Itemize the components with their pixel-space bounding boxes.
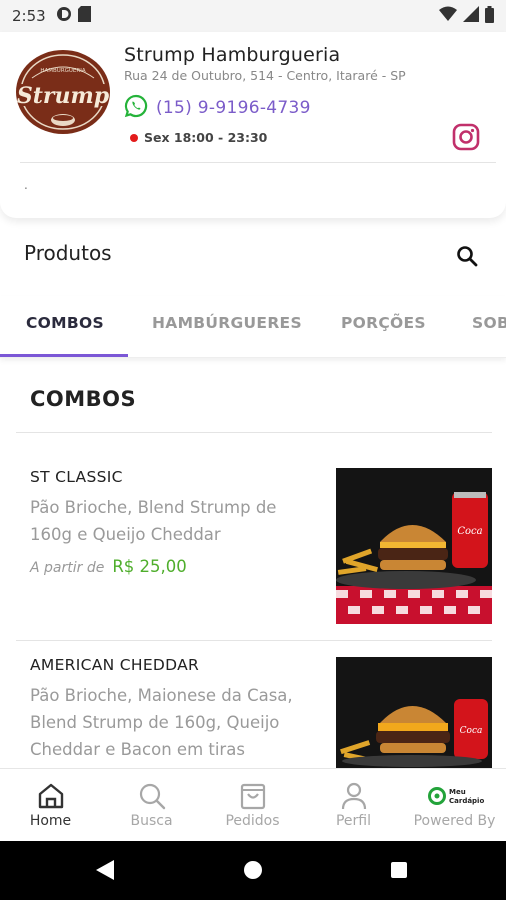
brand-text-line2: Cardápio [449,797,484,805]
signal-icon [463,6,479,26]
products-title: Produtos [24,241,112,265]
hours-text: Sex 18:00 - 23:30 [144,130,268,145]
battery-icon [485,5,494,27]
product-image: Coca [336,657,492,768]
status-time: 2:53 [12,7,46,25]
phone-number: (15) 9-9196-4739 [156,98,311,118]
whatsapp-icon [124,94,148,122]
circle-d-icon [56,6,72,26]
search-icon[interactable] [455,244,479,268]
store-header-card: Strump HAMBURGUERIA Strump Hamburgueria … [0,32,506,218]
svg-text:HAMBURGUERIA: HAMBURGUERIA [40,68,85,74]
opening-hours: Sex 18:00 - 23:30 [130,130,267,145]
product-price-row: A partir de R$ 25,00 [30,557,187,576]
nav-label: Home [29,813,72,829]
tab-hamburgueres[interactable]: HAMBÚRGUERES [152,314,302,332]
nav-label: Busca [130,813,173,829]
user-icon [339,781,369,811]
brand-text-line1: Meu [449,788,466,796]
nav-label: Perfil [335,813,372,829]
recent-apps-icon[interactable] [391,862,407,878]
product-item-american-cheddar[interactable]: AMERICAN CHEDDAR Pão Brioche, Maionese d… [0,641,506,768]
shopping-bag-icon [238,781,268,811]
svg-text:Coca: Coca [460,726,483,736]
back-icon[interactable] [96,860,114,880]
nav-powered-by[interactable]: Meu Cardápio Powered By [404,769,505,842]
active-tab-indicator [0,354,128,357]
wifi-icon [439,6,457,26]
meu-cardapio-logo: Meu Cardápio [426,785,488,815]
product-image: Coca [336,468,492,624]
product-description: Pão Brioche, Maionese da Casa, Blend Str… [30,686,293,759]
price-prefix: A partir de [30,560,105,576]
nav-label: Pedidos [225,813,280,829]
bottom-navigation: Home Busca Pedidos Perfil Meu Cardápio P… [0,768,506,841]
nav-home[interactable]: Home [0,769,101,842]
store-address: Rua 24 de Outubro, 514 - Centro, Itararé… [124,68,406,83]
tab-sobremesas[interactable]: SOB [472,314,506,332]
product-description: Pão Brioche, Blend Strump de 160g e Quei… [30,498,277,544]
store-note: . [24,178,28,192]
svg-text:Strump: Strump [17,83,110,109]
nav-label: Powered By [413,813,496,829]
tab-combos[interactable]: COMBOS [26,314,104,332]
nav-busca[interactable]: Busca [101,769,202,842]
product-price: R$ 25,00 [112,557,187,576]
android-navigation-bar [0,841,506,900]
product-name: AMERICAN CHEDDAR [30,656,200,674]
category-tabs: COMBOS HAMBÚRGUERES PORÇÕES SOB [0,296,506,358]
store-logo: Strump HAMBURGUERIA [14,48,112,136]
header-divider [20,162,496,163]
nav-perfil[interactable]: Perfil [303,769,404,842]
phone-link[interactable]: (15) 9-9196-4739 [124,94,311,122]
search-icon [137,781,167,811]
home-icon [36,781,66,811]
closed-status-dot [130,133,138,142]
category-title: COMBOS [30,387,137,411]
store-name: Strump Hamburgueria [124,44,341,66]
sd-card-icon [77,6,91,26]
status-bar: 2:53 [0,0,506,32]
home-button-icon[interactable] [244,861,262,879]
svg-text:Coca: Coca [457,526,482,537]
product-item-st-classic[interactable]: ST CLASSIC Pão Brioche, Blend Strump de … [0,433,506,640]
instagram-icon[interactable] [452,123,480,151]
nav-pedidos[interactable]: Pedidos [202,769,303,842]
product-name: ST CLASSIC [30,468,123,486]
tab-porcoes[interactable]: PORÇÕES [341,314,426,332]
